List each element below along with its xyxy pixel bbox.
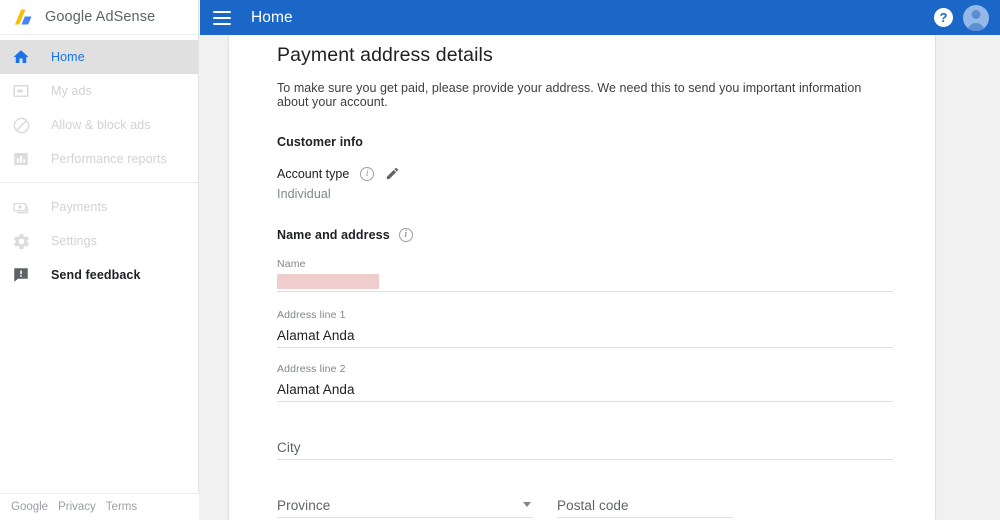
sidebar-item-settings[interactable]: Settings [0, 224, 198, 258]
province-postal-row: Province Postal code [277, 479, 893, 518]
pencil-edit-icon[interactable] [385, 166, 400, 181]
sidebar: Google AdSense Home My ads Allow & block… [0, 0, 199, 520]
name-field-redaction [277, 274, 379, 289]
name-and-address-heading: Name and address i [277, 228, 893, 242]
sidebar-item-label: Settings [51, 234, 97, 248]
name-field[interactable]: Name [277, 258, 893, 292]
sidebar-item-send-feedback[interactable]: Send feedback [0, 258, 198, 292]
postal-code-field[interactable]: Postal code [557, 479, 733, 518]
sidebar-item-label: Home [51, 50, 85, 64]
address-line-2-value: Alamat Anda [277, 382, 355, 397]
address-line-2-label: Address line 2 [277, 363, 346, 375]
payment-address-card: Payment address details To make sure you… [229, 31, 935, 520]
hamburger-menu-icon[interactable] [213, 10, 231, 25]
customer-info-heading-label: Customer info [277, 135, 364, 149]
address-line-1-value: Alamat Anda [277, 328, 355, 343]
my-ads-icon [11, 81, 31, 101]
bar-chart-icon [11, 149, 31, 169]
postal-code-placeholder: Postal code [557, 498, 629, 513]
brand-name: Google AdSense [45, 9, 156, 25]
info-icon[interactable]: i [398, 228, 413, 242]
customer-info-section: Customer info Account type i Individual [277, 135, 893, 201]
sidebar-item-home[interactable]: Home [0, 40, 198, 74]
feedback-icon [11, 265, 31, 285]
topbar-actions: ? [934, 4, 989, 31]
footer-link-google[interactable]: Google [11, 501, 48, 513]
name-and-address-heading-label: Name and address [277, 228, 390, 242]
page-header-title: Home [251, 8, 293, 26]
top-app-bar: Home ? [200, 0, 1000, 35]
home-icon [11, 47, 31, 67]
page-description: To make sure you get paid, please provid… [277, 81, 862, 109]
block-ads-icon [11, 115, 31, 135]
footer-link-privacy[interactable]: Privacy [58, 501, 96, 513]
province-select[interactable]: Province [277, 479, 533, 518]
account-type-label: Account type [277, 166, 350, 181]
sidebar-item-label: Performance reports [51, 152, 167, 166]
sidebar-item-label: Allow & block ads [51, 118, 151, 132]
adsense-logo-icon [14, 8, 36, 26]
page-title: Payment address details [277, 44, 493, 66]
sidebar-item-label: Send feedback [51, 268, 141, 282]
name-field-label: Name [277, 258, 306, 270]
sidebar-footer: Google Privacy Terms [0, 493, 199, 520]
sidebar-item-payments[interactable]: Payments [0, 190, 198, 224]
customer-info-heading: Customer info [277, 135, 893, 149]
address-line-1-field[interactable]: Address line 1 Alamat Anda [277, 309, 893, 348]
address-line-2-field[interactable]: Address line 2 Alamat Anda [277, 363, 893, 402]
sidebar-item-label: My ads [51, 84, 92, 98]
avatar[interactable] [963, 4, 989, 31]
gear-icon [11, 231, 31, 251]
brand-header[interactable]: Google AdSense [0, 0, 198, 35]
account-type-value: Individual [277, 187, 331, 201]
footer-link-terms[interactable]: Terms [106, 501, 137, 513]
sidebar-divider [0, 182, 198, 183]
address-line-1-label: Address line 1 [277, 309, 346, 321]
info-icon[interactable]: i [360, 166, 375, 181]
sidebar-item-label: Payments [51, 200, 108, 214]
payments-icon [11, 197, 31, 217]
sidebar-nav: Home My ads Allow & block ads Performanc… [0, 35, 198, 292]
chevron-down-icon[interactable] [523, 502, 531, 507]
sidebar-item-performance-reports[interactable]: Performance reports [0, 142, 198, 176]
sidebar-item-allow-block-ads[interactable]: Allow & block ads [0, 108, 198, 142]
adsense-app-window: Home ? Payment address details To make s… [0, 0, 1000, 520]
help-icon[interactable]: ? [934, 8, 953, 27]
city-field[interactable]: City [277, 421, 893, 460]
account-type-row: Account type i [277, 166, 893, 181]
province-placeholder: Province [277, 498, 331, 513]
city-placeholder: City [277, 440, 301, 455]
name-and-address-section: Name and address i Name Address line 1 A… [277, 228, 893, 520]
sidebar-item-my-ads[interactable]: My ads [0, 74, 198, 108]
